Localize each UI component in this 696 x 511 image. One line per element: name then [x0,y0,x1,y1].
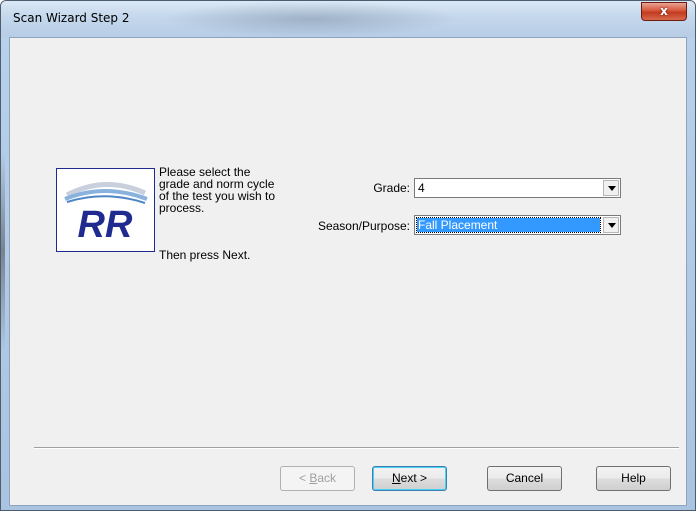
wizard-window: Scan Wizard Step 2 x RR Please select th… [0,0,696,511]
close-button[interactable]: x [641,2,687,21]
grade-select-value: 4 [418,181,425,195]
window-edge-shadow [1,151,5,351]
back-button[interactable]: < Back [280,466,355,491]
instructions-text: Please select the grade and norm cycle o… [159,166,289,214]
help-button[interactable]: Help [596,466,671,491]
season-purpose-select-value: Fall Placement [416,217,601,233]
back-button-rest: ack [317,471,337,485]
next-button-rest: ext > [400,471,428,485]
footer-separator [34,447,679,449]
cancel-button[interactable]: Cancel [487,466,562,491]
rr-logo-graphic: RR [64,182,148,246]
instructions-line-4: process. [159,201,205,215]
next-button-mnemonic: N [391,471,401,485]
title-bar-glow [161,1,461,37]
close-icon: x [660,4,668,18]
back-button-prefix: < [298,471,310,485]
season-purpose-select[interactable]: Fall Placement [414,215,621,235]
wizard-client-area: RR Please select the grade and norm cycl… [9,37,687,506]
window-title: Scan Wizard Step 2 [13,11,130,25]
grade-label: Grade: [373,181,410,195]
season-purpose-label: Season/Purpose: [317,219,410,233]
title-bar[interactable]: Scan Wizard Step 2 x [1,1,695,37]
rr-logo: RR [56,168,155,252]
logo-letters: RR [78,204,133,246]
next-button[interactable]: Next > [372,466,447,491]
chevron-down-icon[interactable] [603,180,619,196]
chevron-down-icon[interactable] [603,217,619,233]
grade-select[interactable]: 4 [414,178,621,198]
then-press-next-text: Then press Next. [159,248,251,262]
